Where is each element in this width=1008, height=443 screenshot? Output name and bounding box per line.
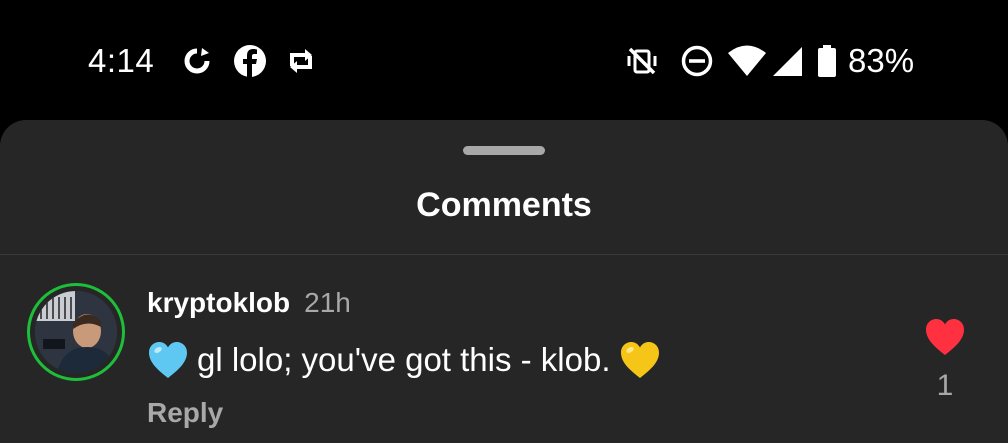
comment-text: gl lolo; you've got this - klob. — [197, 341, 611, 378]
sheet-title: Comments — [416, 186, 592, 224]
status-time: 4:14 — [88, 42, 155, 79]
like-heart-icon[interactable] — [924, 317, 966, 357]
comment-username[interactable]: kryptoklob — [147, 287, 290, 318]
sync-icon — [180, 44, 214, 78]
comment-timestamp: 21h — [304, 287, 351, 318]
reply-button[interactable]: Reply — [147, 397, 223, 429]
blue-heart-icon — [147, 340, 189, 380]
status-bar: 4:14 83% — [0, 0, 1008, 120]
wifi-icon — [727, 44, 767, 78]
facebook-icon — [233, 44, 267, 78]
like-count[interactable]: 1 — [924, 369, 966, 403]
battery-icon — [816, 44, 838, 78]
do-not-disturb-icon — [680, 44, 714, 78]
comments-sheet: Comments kryptoklob 21h gl lolo; you've … — [0, 120, 1008, 443]
avatar[interactable] — [35, 291, 117, 373]
repost-icon — [284, 44, 318, 78]
battery-percentage: 83% — [848, 42, 915, 79]
avatar-story-ring[interactable] — [27, 283, 125, 381]
drag-handle[interactable] — [463, 146, 545, 155]
comment-item: kryptoklob 21h gl lolo; you've got this -… — [0, 255, 1008, 443]
yellow-heart-icon — [619, 340, 661, 380]
cellular-signal-icon — [771, 44, 805, 78]
comment-body: gl lolo; you've got this - klob. — [147, 340, 661, 380]
vibrate-off-icon — [625, 44, 659, 78]
comment-header: kryptoklob 21h — [147, 287, 351, 319]
